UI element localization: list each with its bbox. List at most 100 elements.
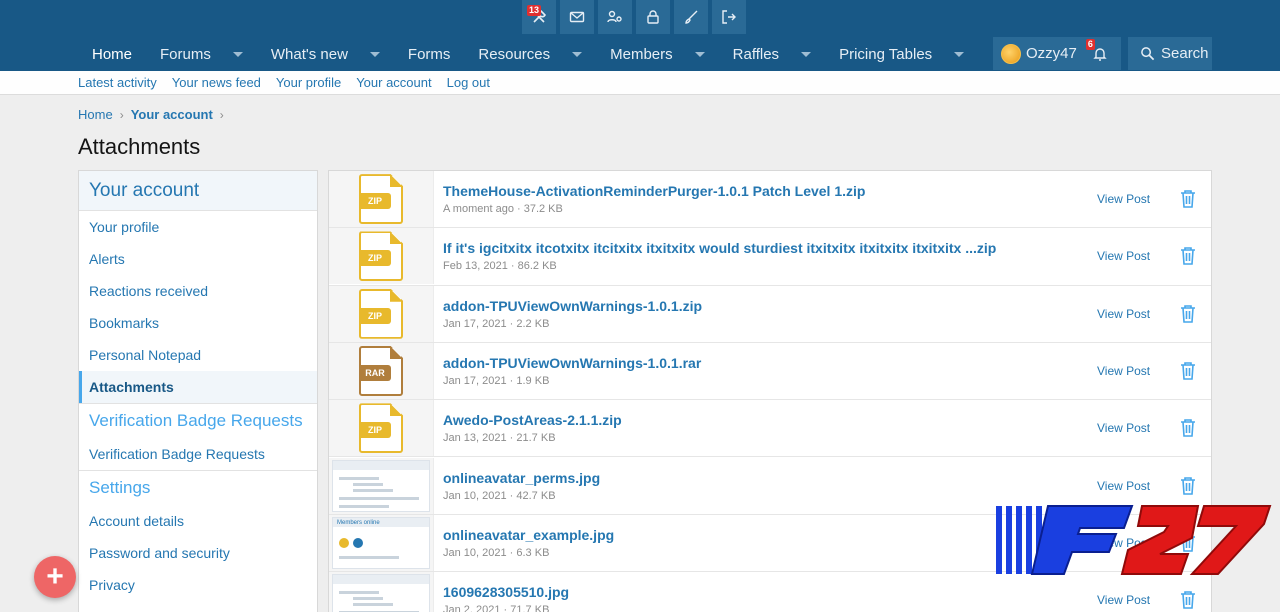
file-type-label: ZIP xyxy=(359,422,391,439)
chevron-down-icon[interactable] xyxy=(572,52,583,57)
logout-icon xyxy=(722,10,736,24)
table-row: RAR addon-TPUViewOwnWarnings-1.0.1.rar Jan… xyxy=(329,343,1211,401)
trash-icon[interactable] xyxy=(1179,246,1197,266)
image-preview xyxy=(332,574,430,612)
table-row: ZIP ThemeHouse-ActivationReminderPurger-1… xyxy=(329,171,1211,229)
sidebar-item-verification[interactable]: Verification Badge Requests xyxy=(79,438,317,470)
view-post-link[interactable]: View Post xyxy=(1097,249,1161,263)
nav-item-members[interactable]: Members xyxy=(596,38,719,71)
attachment-meta: Jan 17, 2021 · 2.2 KB xyxy=(443,317,550,330)
sidebar-item-attachments[interactable]: Attachments xyxy=(79,371,317,403)
sidebar-item-alerts[interactable]: Alerts xyxy=(79,243,317,275)
logo-digit-7 xyxy=(1189,505,1272,575)
nav-item-raffles[interactable]: Raffles xyxy=(719,38,825,71)
attachment-thumbnail[interactable]: ZIP xyxy=(329,228,434,285)
sidebar-item-privacy[interactable]: Privacy xyxy=(79,569,317,601)
sidebar-item-personal-notepad[interactable]: Personal Notepad xyxy=(79,339,317,371)
sidebar-item-bookmarks[interactable]: Bookmarks xyxy=(79,307,317,339)
main-nav: Home Forums What's new Forms Resources Member… xyxy=(78,38,978,71)
attachment-thumbnail[interactable]: Members online xyxy=(329,514,434,571)
search-icon xyxy=(1141,47,1155,61)
chevron-down-icon[interactable] xyxy=(801,52,812,57)
rar-file-icon: RAR xyxy=(359,346,403,397)
attachment-info: addon-TPUViewOwnWarnings-1.0.1.zip Jan 17… xyxy=(434,298,1211,330)
plus-icon: + xyxy=(46,560,64,593)
add-button[interactable]: + xyxy=(34,556,76,598)
sidebar-settings-header: Settings xyxy=(79,470,317,505)
attachment-thumbnail[interactable]: ZIP xyxy=(329,285,434,342)
subnav-your-account[interactable]: Your account xyxy=(356,75,431,90)
trash-icon[interactable] xyxy=(1179,590,1197,610)
trash-icon[interactable] xyxy=(1179,304,1197,324)
nav-item-resources[interactable]: Resources xyxy=(464,38,596,71)
chevron-down-icon[interactable] xyxy=(954,52,965,57)
sidebar-item-reactions-received[interactable]: Reactions received xyxy=(79,275,317,307)
logout-button[interactable] xyxy=(712,0,746,34)
attachment-filename[interactable]: Awedo-PostAreas-2.1.1.zip xyxy=(443,412,1211,428)
sidebar-item-your-profile[interactable]: Your profile xyxy=(79,211,317,243)
view-post-link[interactable]: View Post xyxy=(1097,307,1161,321)
search-button[interactable]: Search xyxy=(1128,37,1212,70)
users-gear-icon xyxy=(607,10,622,23)
nav-item-label: Pricing Tables xyxy=(839,46,933,63)
chevron-down-icon[interactable] xyxy=(694,52,705,57)
attachment-filename[interactable]: addon-TPUViewOwnWarnings-1.0.1.zip xyxy=(443,298,1211,314)
sidebar-header: Your account xyxy=(79,171,317,211)
nav-item-label: Raffles xyxy=(732,46,780,63)
attachment-filename[interactable]: addon-TPUViewOwnWarnings-1.0.1.rar xyxy=(443,355,1211,371)
trash-icon[interactable] xyxy=(1179,189,1197,209)
nav-item-pricing-tables[interactable]: Pricing Tables xyxy=(825,38,978,71)
alerts-button[interactable]: 6 xyxy=(1085,38,1109,63)
attachment-info: If it's igcitxitx itcotxitx itcitxitx it… xyxy=(434,240,1211,272)
sidebar-item-account-details[interactable]: Account details xyxy=(79,505,317,537)
mail-icon xyxy=(569,11,585,23)
style-button[interactable] xyxy=(674,0,708,34)
attachment-thumbnail[interactable] xyxy=(329,457,434,514)
trash-icon[interactable] xyxy=(1179,476,1197,496)
sidebar-item-password-and-security[interactable]: Password and security xyxy=(79,537,317,569)
file-type-label: RAR xyxy=(359,365,391,382)
user-menu[interactable]: Ozzy47 6 xyxy=(993,37,1121,70)
attachment-info: ThemeHouse-ActivationReminderPurger-1.0.… xyxy=(434,183,1211,215)
table-row: ZIP Awedo-PostAreas-2.1.1.zip Jan 13, 2021… xyxy=(329,400,1211,458)
nav-item-what-s-new[interactable]: What's new xyxy=(257,38,394,71)
view-post-link[interactable]: View Post xyxy=(1097,364,1161,378)
attachment-info: addon-TPUViewOwnWarnings-1.0.1.rar Jan 17… xyxy=(434,355,1211,387)
view-post-link[interactable]: View Post xyxy=(1097,593,1161,607)
subnav-your-news-feed[interactable]: Your news feed xyxy=(172,75,261,90)
view-post-link[interactable]: View Post xyxy=(1097,479,1161,493)
chevron-down-icon[interactable] xyxy=(369,52,380,57)
nav-item-home[interactable]: Home xyxy=(78,38,146,71)
user-management-button[interactable] xyxy=(598,0,632,34)
chevron-right-icon: › xyxy=(119,107,124,122)
image-preview xyxy=(332,459,430,512)
attachment-filename[interactable]: If it's igcitxitx itcotxitx itcitxitx it… xyxy=(443,240,1211,256)
view-post-link[interactable]: View Post xyxy=(1097,421,1161,435)
attachment-info: Awedo-PostAreas-2.1.1.zip Jan 13, 2021 · … xyxy=(434,412,1211,444)
attachment-filename[interactable]: ThemeHouse-ActivationReminderPurger-1.0.… xyxy=(443,183,1211,199)
inbox-button[interactable] xyxy=(560,0,594,34)
attachment-thumbnail[interactable]: RAR xyxy=(329,343,434,400)
file-type-label: ZIP xyxy=(359,307,391,324)
subnav-log-out[interactable]: Log out xyxy=(447,75,490,90)
attachment-filename[interactable]: 1609628305510.jpg xyxy=(443,584,1211,600)
sidebar-item-preferences[interactable]: Preferences xyxy=(79,601,317,612)
nav-item-forums[interactable]: Forums xyxy=(146,38,257,71)
subnav-latest-activity[interactable]: Latest activity xyxy=(78,75,157,90)
attachment-thumbnail[interactable]: ZIP xyxy=(329,400,434,457)
attachment-thumbnail[interactable] xyxy=(329,572,434,612)
breadcrumb-home[interactable]: Home xyxy=(78,107,113,122)
view-post-link[interactable]: View Post xyxy=(1097,192,1161,206)
attachment-meta: Feb 13, 2021 · 86.2 KB xyxy=(443,260,557,273)
admin-tools-button[interactable]: 13 xyxy=(522,0,556,34)
subnav-your-profile[interactable]: Your profile xyxy=(276,75,341,90)
trash-icon[interactable] xyxy=(1179,418,1197,438)
chevron-down-icon[interactable] xyxy=(232,52,243,57)
attachment-filename[interactable]: onlineavatar_perms.jpg xyxy=(443,470,1211,486)
attachment-thumbnail[interactable]: ZIP xyxy=(329,171,434,228)
thumb-caption: Members online xyxy=(337,519,380,526)
lock-button[interactable] xyxy=(636,0,670,34)
trash-icon[interactable] xyxy=(1179,361,1197,381)
breadcrumb-current[interactable]: Your account xyxy=(131,107,213,122)
nav-item-forms[interactable]: Forms xyxy=(394,38,465,71)
